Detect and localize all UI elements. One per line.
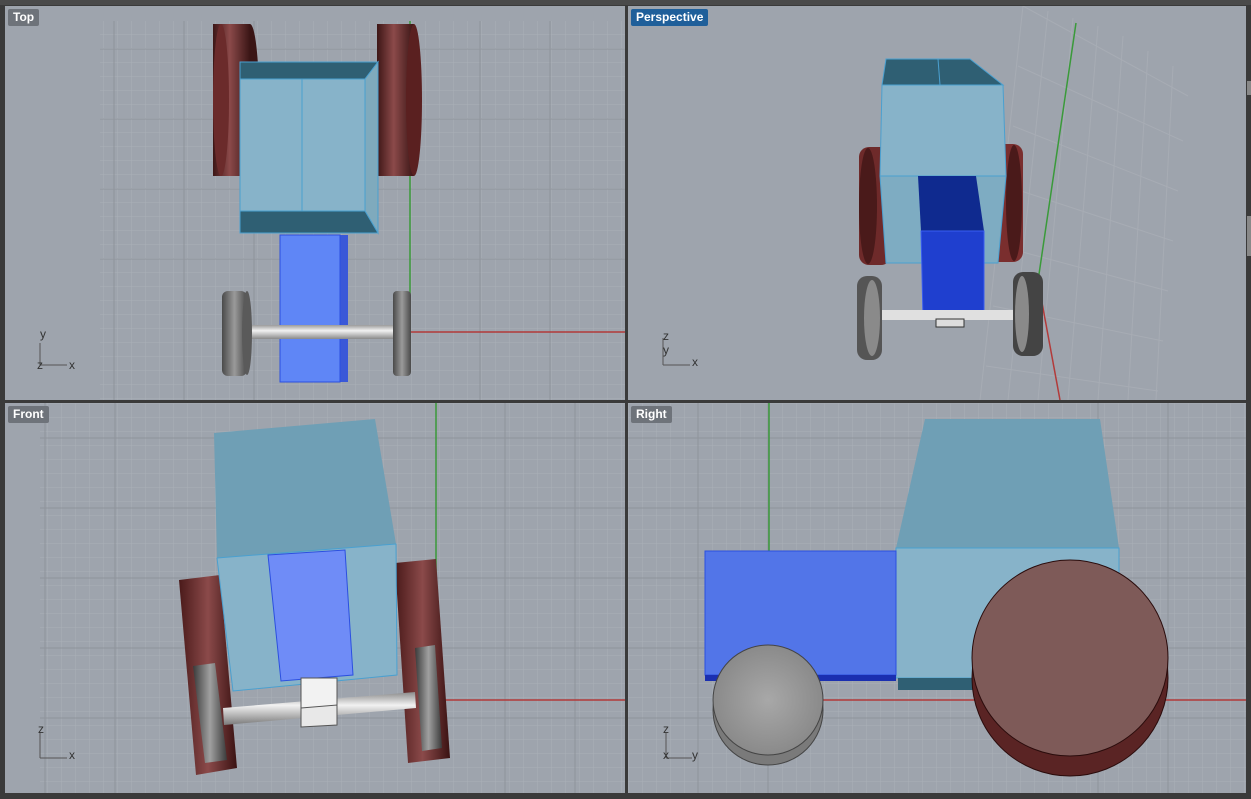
axis-label-x: x [69,748,75,762]
right-panel-edge [1246,6,1251,793]
front-wheel-right[interactable] [393,291,411,376]
viewport-front[interactable]: Front z x [5,403,625,793]
hood-body[interactable] [267,549,354,682]
axis-triad: z y x [662,329,698,369]
front-axle[interactable] [240,325,400,339]
viewport-top[interactable]: Top y x z [5,6,625,400]
axis-label-y: y [663,343,669,357]
axis-label-z: z [37,358,43,372]
axis-label-z: z [663,329,669,343]
cab-body[interactable] [239,60,380,235]
front-wheel-left[interactable] [222,291,252,376]
axis-triad: y x z [37,327,75,372]
axis-label-y: y [40,327,46,341]
rhino-viewports-window: Top y x z Perspective z y x Front z x Ri… [0,0,1251,799]
y-axis-line [1037,22,1077,282]
viewport-right[interactable]: Right z x y [628,403,1246,793]
axis-label-x: x [692,355,698,369]
hood-body[interactable] [279,234,348,383]
viewport-label-front[interactable]: Front [8,406,49,423]
axis-label-z: z [663,722,669,736]
panel-tab-2[interactable] [1247,216,1251,256]
viewport-label-perspective[interactable]: Perspective [631,9,709,26]
axis-label-y: y [692,748,698,762]
rear-wheel-right[interactable] [377,24,422,176]
perspective-view-scene: z y x [662,6,1189,400]
front-wheel-right[interactable] [1013,272,1043,356]
viewport-label-right[interactable]: Right [631,406,672,423]
viewport-label-top[interactable]: Top [8,9,40,26]
panel-tab-1[interactable] [1247,81,1251,95]
axle-bracket[interactable] [935,318,965,328]
front-view-scene: z x [38,403,625,793]
front-wheel-left[interactable] [857,276,882,360]
axis-label-z: z [38,722,44,736]
axis-label-x: x [69,358,75,372]
right-view-scene: z x y [628,403,1246,793]
hood-body[interactable] [918,176,985,320]
axle-bracket-lower[interactable] [300,704,338,728]
axis-label-x: x [663,748,669,762]
rear-wheel[interactable] [971,559,1169,777]
front-wheel[interactable] [712,644,824,766]
axle-bracket[interactable] [300,677,338,709]
top-view-scene: y x z [37,21,625,400]
title-bar [0,0,1251,5]
viewport-perspective[interactable]: Perspective z y x [628,6,1246,400]
